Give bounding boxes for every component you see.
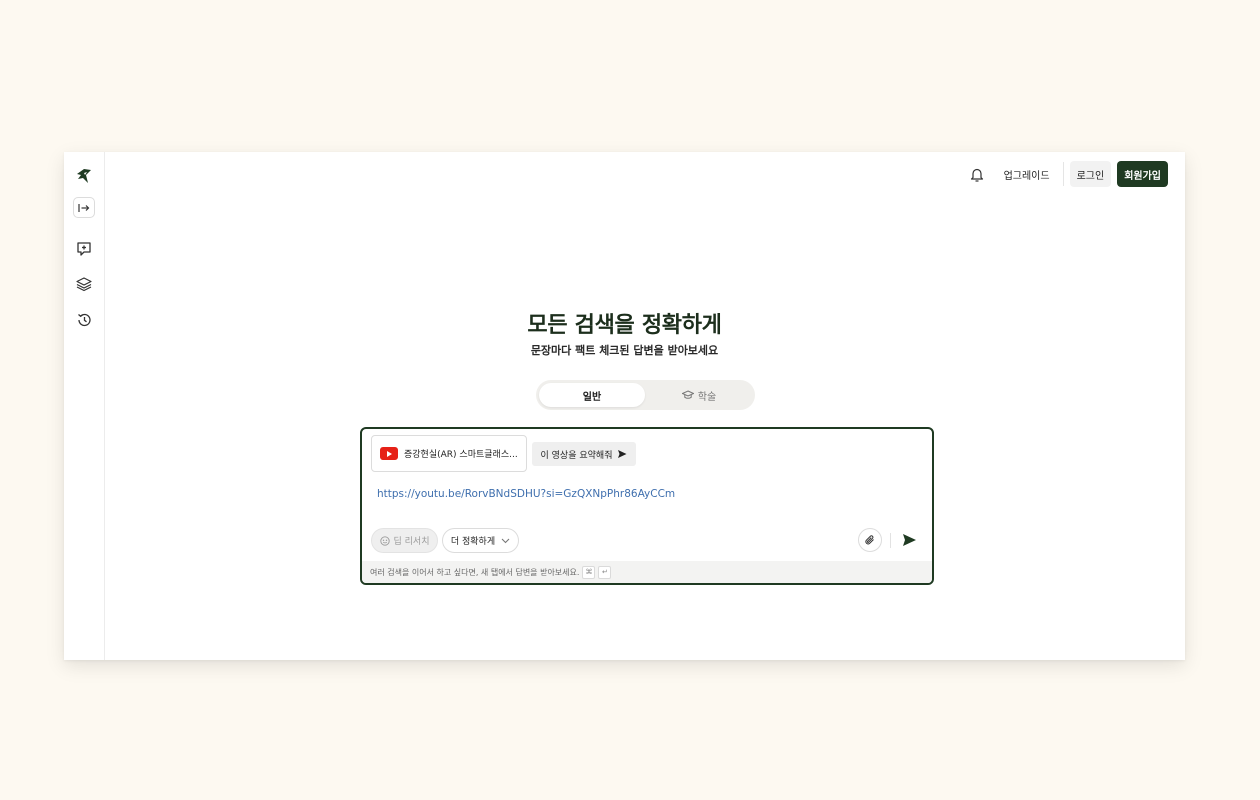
search-input[interactable]: https://youtu.be/RorvBNdSDHU?si=GzQXNpPh… [377,488,675,500]
send-icon [902,534,916,546]
paperclip-icon [865,535,874,545]
deep-research-label: 딥 리서치 [393,537,430,547]
app-logo[interactable] [74,166,94,186]
tab-academic[interactable]: 학술 [646,383,752,407]
expand-sidebar-icon[interactable] [73,197,95,218]
app-window: 업그레이드 로그인 회원가입 모든 검색을 정확하게 문장마다 팩트 체크된 답… [64,152,1185,660]
attachment-title: 증강현실(AR) 스마트글래스... [404,450,518,460]
sidebar [64,152,105,660]
summarize-label: 이 영상을 요약해줘 [540,450,613,461]
atom-icon [379,535,390,546]
hero-subtitle: 문장마다 팩트 체크된 답변을 받아보세요 [530,344,719,357]
hint-bar: 여러 검색을 이어서 하고 싶다면, 새 탭에서 답변을 받아보세요. ⌘ ↵ [362,561,932,583]
youtube-icon [380,447,398,460]
login-button[interactable]: 로그인 [1069,161,1112,187]
accuracy-mode-select[interactable]: 더 정확하게 [442,528,519,553]
deep-research-button[interactable]: 딥 리서치 [371,528,438,553]
upgrade-link[interactable]: 업그레이드 [1004,167,1050,182]
header-divider [1062,162,1064,186]
search-mode-toggle: 일반 학술 [536,380,755,410]
layers-icon[interactable] [74,274,94,294]
graduation-cap-icon [681,390,694,399]
composer-divider [890,533,891,548]
chevron-down-icon [501,538,510,543]
attach-file-button[interactable] [858,528,882,552]
accuracy-mode-value: 더 정확하게 [450,537,496,547]
tab-academic-label: 학술 [697,391,717,403]
tab-general-label: 일반 [582,391,602,403]
hero-title: 모든 검색을 정확하게 [527,313,722,338]
enter-key-icon: ↵ [598,565,612,579]
new-chat-icon[interactable] [74,239,94,259]
search-composer: 증강현실(AR) 스마트글래스... 이 영상을 요약해줘 https://yo… [360,427,934,585]
youtube-attachment-chip[interactable]: 증강현실(AR) 스마트글래스... [371,435,527,472]
tab-general[interactable]: 일반 [539,383,645,407]
summarize-video-button[interactable]: 이 영상을 요약해줘 [532,442,636,466]
signup-button[interactable]: 회원가입 [1117,161,1168,187]
hint-text: 여러 검색을 이어서 하고 싶다면, 새 탭에서 답변을 받아보세요. [370,567,580,577]
top-bar: 업그레이드 로그인 회원가입 [966,161,1168,187]
bell-icon[interactable] [966,163,988,185]
send-button[interactable] [898,528,920,552]
command-key-icon: ⌘ [582,565,596,579]
send-arrow-icon [618,450,627,458]
